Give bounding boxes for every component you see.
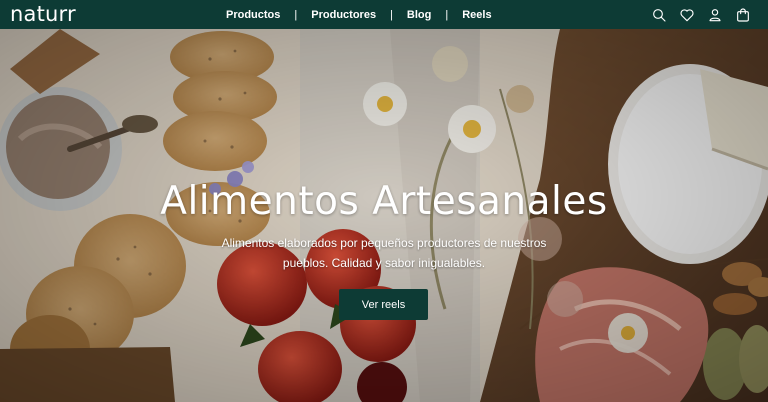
search-icon[interactable] — [650, 6, 668, 24]
heart-icon[interactable] — [678, 6, 696, 24]
hero-banner: Alimentos Artesanales Alimentos elaborad… — [0, 29, 768, 402]
nav-item-blog[interactable]: Blog — [407, 9, 431, 21]
brand-logo[interactable]: naturr — [10, 1, 76, 27]
nav-separator: | — [390, 8, 393, 21]
main-nav: Productos | Productores | Blog | Reels — [226, 0, 492, 29]
cart-icon[interactable] — [734, 6, 752, 24]
hero-subtitle: Alimentos elaborados por pequeños produc… — [221, 236, 547, 270]
nav-item-reels[interactable]: Reels — [462, 9, 491, 21]
nav-item-productores[interactable]: Productores — [311, 9, 376, 21]
ver-reels-button[interactable]: Ver reels — [339, 289, 428, 320]
user-icon[interactable] — [706, 6, 724, 24]
nav-item-productos[interactable]: Productos — [226, 9, 280, 21]
hero-title: Alimentos Artesanales — [160, 179, 608, 224]
nav-separator: | — [294, 8, 298, 21]
nav-separator: | — [445, 8, 449, 21]
header-actions — [650, 0, 752, 29]
top-navigation-bar: naturr Productos | Productores | Blog | … — [0, 0, 768, 29]
